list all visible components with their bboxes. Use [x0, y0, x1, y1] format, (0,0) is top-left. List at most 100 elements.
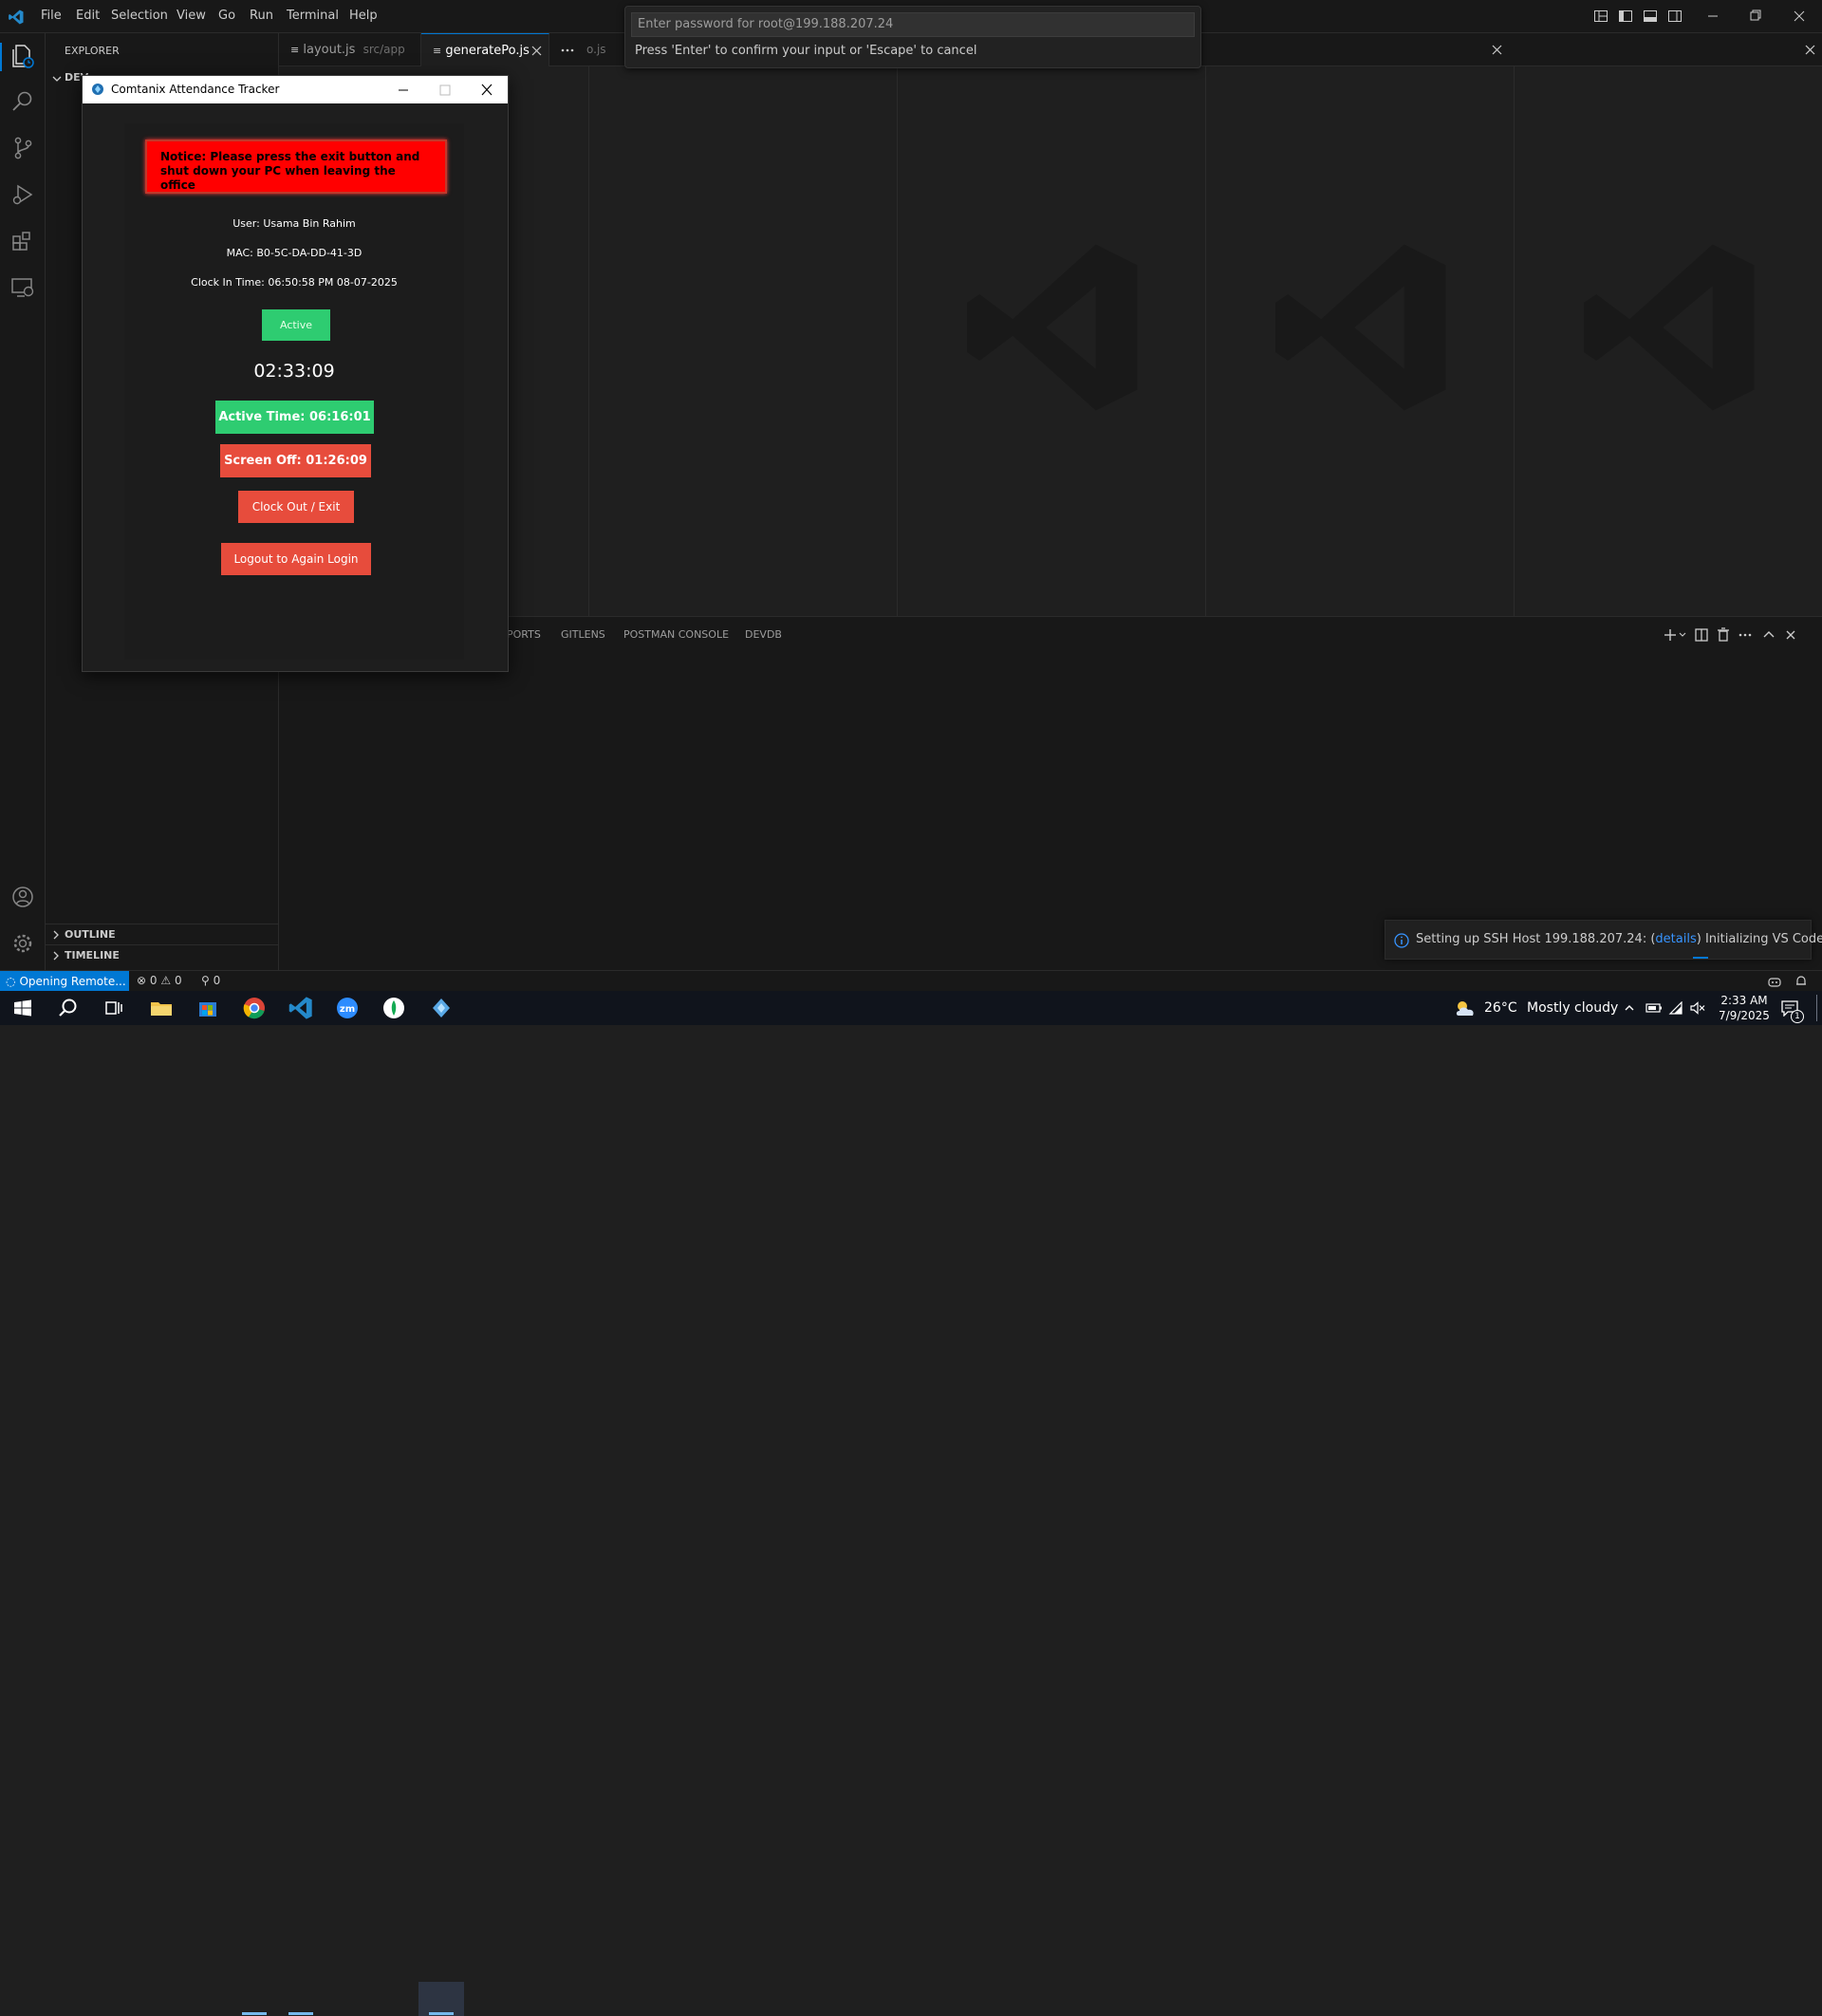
run-debug-icon[interactable] — [9, 181, 36, 208]
tracker-content: Notice: Please press the exit button and… — [124, 123, 464, 660]
panel-tab-gitlens[interactable]: GITLENS — [561, 628, 605, 641]
notification-progress-bar — [1693, 957, 1708, 959]
copilot-icon[interactable] — [1767, 974, 1782, 989]
tracker-minimize-icon[interactable] — [396, 76, 411, 103]
microsoft-store-icon[interactable] — [195, 995, 221, 1021]
new-terminal-icon[interactable] — [1663, 626, 1686, 644]
password-input[interactable]: Enter password for root@199.188.207.24 — [631, 12, 1195, 37]
attendance-tracker-taskbar-icon[interactable] — [428, 995, 455, 1021]
windows-start-icon[interactable] — [9, 995, 36, 1021]
weather-temperature[interactable]: 26°C — [1484, 1000, 1517, 1016]
menu-edit[interactable]: Edit — [76, 9, 100, 23]
panel-tab-postman-console[interactable]: POSTMAN CONSOLE — [623, 628, 729, 641]
panel-tab-devdb[interactable]: DEVDB — [745, 628, 782, 641]
trash-icon[interactable] — [1715, 626, 1732, 644]
menu-help[interactable]: Help — [349, 9, 378, 23]
panel-tab-ports[interactable]: PORTS — [507, 628, 541, 641]
outline-section[interactable]: OUTLINE — [46, 924, 279, 944]
more-tabs-icon[interactable] — [560, 43, 575, 58]
error-icon: ⊗ — [137, 974, 147, 987]
search-icon[interactable] — [9, 88, 36, 115]
clock[interactable]: 2:33 AM 7/9/2025 — [1716, 991, 1782, 1025]
vscode-logo-icon — [8, 9, 25, 26]
chrome-icon[interactable] — [241, 995, 268, 1021]
extensions-icon[interactable] — [9, 228, 36, 254]
warning-icon: ⚠ — [160, 974, 172, 987]
file-explorer-icon[interactable] — [148, 995, 175, 1021]
zoom-icon[interactable]: zm — [334, 995, 361, 1021]
menu-go[interactable]: Go — [218, 9, 235, 23]
menu-run[interactable]: Run — [250, 9, 273, 23]
menu-terminal[interactable]: Terminal — [287, 9, 339, 23]
more-actions-icon[interactable] — [1737, 626, 1754, 644]
toggle-panel-icon[interactable] — [1643, 9, 1658, 24]
close-tab-icon[interactable] — [531, 46, 542, 56]
mongodb-compass-icon[interactable] — [381, 995, 407, 1021]
remote-explorer-icon[interactable] — [9, 274, 36, 301]
user-label: User: Usama Bin Rahim — [232, 217, 356, 230]
timeline-section[interactable]: TIMELINE — [46, 944, 279, 965]
logout-button[interactable]: Logout to Again Login — [221, 543, 371, 575]
weather-description[interactable]: Mostly cloudy — [1527, 1000, 1618, 1016]
clock-out-button[interactable]: Clock Out / Exit — [238, 491, 354, 523]
minimize-icon[interactable] — [1703, 8, 1722, 25]
restore-icon[interactable] — [1746, 8, 1765, 25]
timeline-label: TIMELINE — [65, 949, 120, 961]
chevron-right-icon — [51, 951, 61, 961]
wifi-icon[interactable] — [1668, 1001, 1683, 1015]
menu-selection[interactable]: Selection — [111, 9, 168, 23]
remote-indicator[interactable]: ◌ Opening Remote... — [0, 971, 129, 992]
customize-layout-icon[interactable] — [1593, 9, 1608, 24]
clock-date: 7/9/2025 — [1719, 1009, 1770, 1022]
close-window-icon[interactable] — [1790, 8, 1809, 25]
settings-gear-icon[interactable] — [9, 930, 36, 957]
ports-indicator[interactable]: ⚲ 0 — [201, 974, 220, 987]
ports-count: 0 — [213, 974, 221, 987]
tab-layout-js[interactable]: ≡ layout.js src/app — [279, 33, 421, 66]
windows-taskbar: zm 26°C Mostly cloudy 2:33 AM 7/9/2025 1 — [0, 991, 1822, 2016]
show-desktop-button[interactable] — [1816, 995, 1817, 1021]
close-editor-group-icon[interactable] — [1492, 45, 1502, 55]
menu-file[interactable]: File — [41, 9, 62, 23]
pane-divider[interactable] — [1514, 66, 1515, 616]
attendance-tracker-window: Comtanix Attendance Tracker Notice: Plea… — [82, 75, 509, 672]
active-indicator — [0, 43, 2, 71]
tracker-maximize-icon[interactable] — [437, 76, 453, 103]
tracker-close-icon[interactable] — [479, 76, 494, 103]
outline-label: OUTLINE — [65, 928, 116, 941]
notification-details-link[interactable]: details — [1655, 932, 1696, 946]
weather-cloudy-icon[interactable] — [1452, 995, 1478, 1021]
clock-time: 2:33 AM — [1720, 994, 1768, 1007]
explorer-icon[interactable] — [9, 43, 36, 69]
vscode-watermark-icon — [955, 228, 1154, 427]
chevron-up-icon[interactable] — [1623, 1001, 1636, 1015]
tracker-title-bar: Comtanix Attendance Tracker — [83, 76, 508, 103]
problems-indicator[interactable]: ⊗ 0 ⚠ 0 — [137, 974, 182, 987]
session-timer: 02:33:09 — [253, 361, 335, 382]
notifications-bell-icon[interactable] — [1794, 974, 1809, 989]
volume-muted-icon[interactable] — [1690, 1001, 1705, 1015]
battery-icon[interactable] — [1645, 1001, 1663, 1015]
task-view-icon[interactable] — [101, 995, 127, 1021]
vscode-taskbar-icon[interactable] — [288, 995, 314, 1021]
chevron-down-icon[interactable] — [51, 73, 63, 84]
maximize-panel-icon[interactable] — [1760, 626, 1777, 644]
pane-divider[interactable] — [588, 66, 589, 616]
toggle-primary-sidebar-icon[interactable] — [1618, 9, 1633, 24]
mac-label: MAC: B0-5C-DA-DD-41-3D — [226, 247, 363, 259]
accounts-icon[interactable] — [9, 884, 36, 910]
pane-divider[interactable] — [1205, 66, 1206, 616]
quick-input-message: Press 'Enter' to confirm your input or '… — [635, 44, 977, 58]
tracker-active-indicator — [429, 2012, 454, 2015]
menu-view[interactable]: View — [177, 9, 206, 23]
toggle-secondary-sidebar-icon[interactable] — [1667, 9, 1683, 24]
close-panel-icon[interactable] — [1782, 626, 1799, 644]
tab-generatepo-js[interactable]: ≡ generatePo.js — [421, 33, 549, 66]
tab-partial-label[interactable]: o.js — [586, 43, 606, 56]
pane-divider[interactable] — [897, 66, 898, 616]
source-control-icon[interactable] — [9, 135, 36, 161]
close-secondary-sidebar-icon[interactable] — [1805, 45, 1815, 55]
chevron-right-icon — [51, 930, 61, 940]
split-terminal-icon[interactable] — [1693, 626, 1710, 644]
search-taskbar-icon[interactable] — [55, 995, 82, 1021]
